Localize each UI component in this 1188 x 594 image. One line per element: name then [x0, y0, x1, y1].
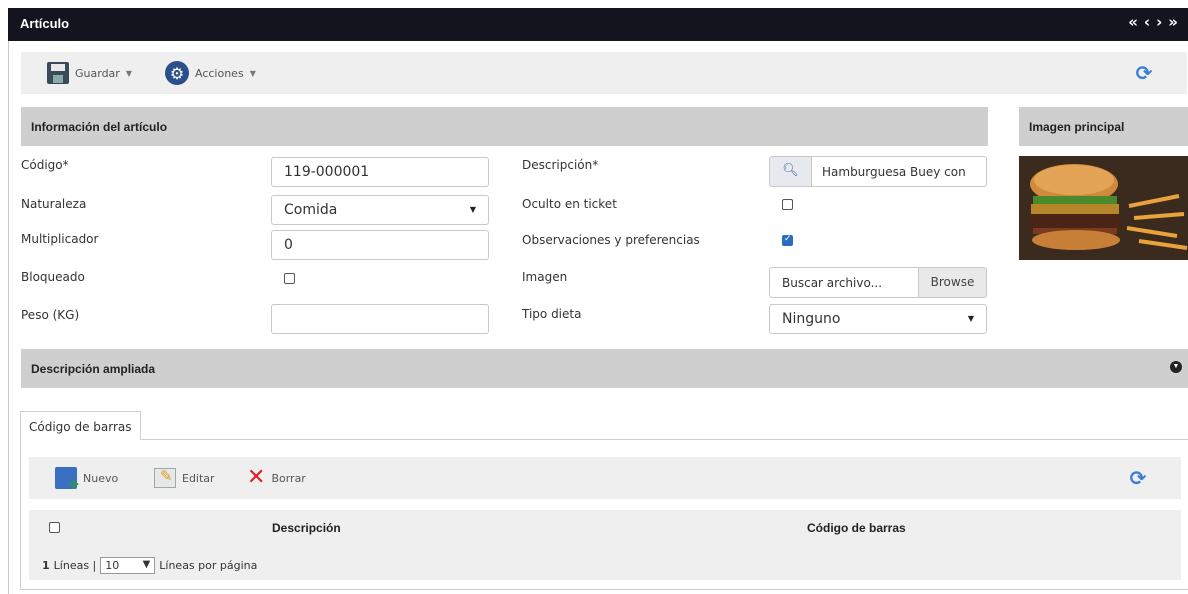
page-size-select[interactable]: 10	[100, 557, 156, 574]
tipo-dieta-select[interactable]: Ninguno	[769, 304, 987, 334]
column-descripcion[interactable]: Descripción	[272, 521, 341, 535]
main-toolbar: Guardar ▼ ⚙ Acciones ▼ ⟳	[21, 52, 1187, 94]
descripcion-label: Descripción*	[522, 158, 599, 172]
new-record-icon	[55, 467, 80, 493]
observaciones-label: Observaciones y preferencias	[522, 233, 700, 247]
save-button[interactable]: Guardar ▼	[47, 52, 132, 94]
bloqueado-checkbox[interactable]	[284, 273, 295, 284]
chevron-down-icon[interactable]: ▼	[1170, 361, 1182, 373]
search-icon[interactable]: 🔍︎	[769, 156, 812, 187]
lines-label: Líneas |	[53, 559, 97, 572]
oculto-label: Oculto en ticket	[522, 197, 617, 211]
last-record-button[interactable]: »	[1168, 13, 1178, 31]
oculto-checkbox[interactable]	[782, 199, 793, 210]
window-title: Artículo	[20, 16, 70, 31]
chevron-down-icon: ▼	[249, 68, 256, 78]
pager: 1 Líneas | 10 Líneas por página	[42, 557, 257, 574]
left-border	[8, 41, 9, 594]
tab-label: Código de barras	[29, 420, 132, 434]
record-navigation: « ‹ › »	[1128, 13, 1178, 31]
imagen-file-input[interactable]: Buscar archivo...	[769, 267, 919, 298]
new-label: Nuevo	[83, 471, 119, 485]
per-page-label: Líneas por página	[159, 559, 258, 572]
multiplicador-label: Multiplicador	[21, 232, 99, 246]
edit-button[interactable]: Editar	[154, 457, 215, 499]
tipo-dieta-label: Tipo dieta	[522, 307, 582, 321]
previous-record-button[interactable]: ‹	[1144, 13, 1150, 31]
gear-icon: ⚙	[165, 61, 189, 85]
bloqueado-label: Bloqueado	[21, 270, 85, 284]
grid-toolbar: Nuevo Editar ✕ Borrar ⟳	[29, 457, 1181, 499]
multiplicador-input[interactable]: 0	[271, 230, 489, 260]
floppy-disk-icon	[47, 62, 69, 84]
codigo-label: Código*	[21, 158, 69, 172]
section-info-header: Información del artículo	[21, 107, 988, 146]
first-record-button[interactable]: «	[1128, 13, 1138, 31]
peso-label: Peso (KG)	[21, 308, 80, 322]
naturaleza-select[interactable]: Comida	[271, 195, 489, 225]
section-info-title: Información del artículo	[31, 120, 168, 134]
naturaleza-label: Naturaleza	[21, 197, 87, 211]
grid-refresh-icon[interactable]: ⟳	[1127, 467, 1149, 489]
delete-button[interactable]: ✕ Borrar	[247, 457, 306, 499]
edit-label: Editar	[182, 471, 215, 485]
section-image-header: Imagen principal	[1019, 107, 1188, 146]
save-label: Guardar	[75, 66, 120, 80]
line-count: 1	[42, 559, 50, 572]
actions-label: Acciones	[195, 66, 244, 80]
tipo-dieta-value: Ninguno	[782, 311, 841, 327]
naturaleza-value: Comida	[284, 202, 338, 218]
delete-x-icon: ✕	[247, 465, 266, 490]
select-all-checkbox[interactable]	[49, 522, 60, 533]
codigo-input[interactable]: 119-000001	[271, 157, 489, 187]
observaciones-checkbox[interactable]	[782, 234, 793, 246]
section-image-title: Imagen principal	[1029, 120, 1125, 134]
descripcion-input[interactable]: Hamburguesa Buey con	[811, 156, 987, 187]
next-record-button[interactable]: ›	[1156, 13, 1162, 31]
delete-label: Borrar	[271, 471, 306, 485]
imagen-label: Imagen	[522, 270, 568, 284]
section-desc-header[interactable]: Descripción ampliada ▼	[21, 349, 1188, 388]
edit-icon	[154, 467, 176, 488]
browse-button[interactable]: Browse	[918, 267, 987, 298]
page-size-value: 10	[105, 559, 120, 572]
tab-codigo-barras[interactable]: Código de barras	[20, 411, 141, 440]
column-codigo-barras[interactable]: Código de barras	[807, 521, 906, 535]
peso-input[interactable]	[271, 304, 489, 334]
section-desc-title: Descripción ampliada	[31, 362, 156, 376]
product-image	[1019, 156, 1188, 260]
refresh-icon[interactable]: ⟳	[1133, 62, 1155, 84]
new-button[interactable]: Nuevo	[55, 457, 118, 499]
actions-button[interactable]: ⚙ Acciones ▼	[165, 52, 256, 94]
window-titlebar: Artículo « ‹ › »	[8, 8, 1188, 41]
chevron-down-icon: ▼	[125, 68, 132, 78]
